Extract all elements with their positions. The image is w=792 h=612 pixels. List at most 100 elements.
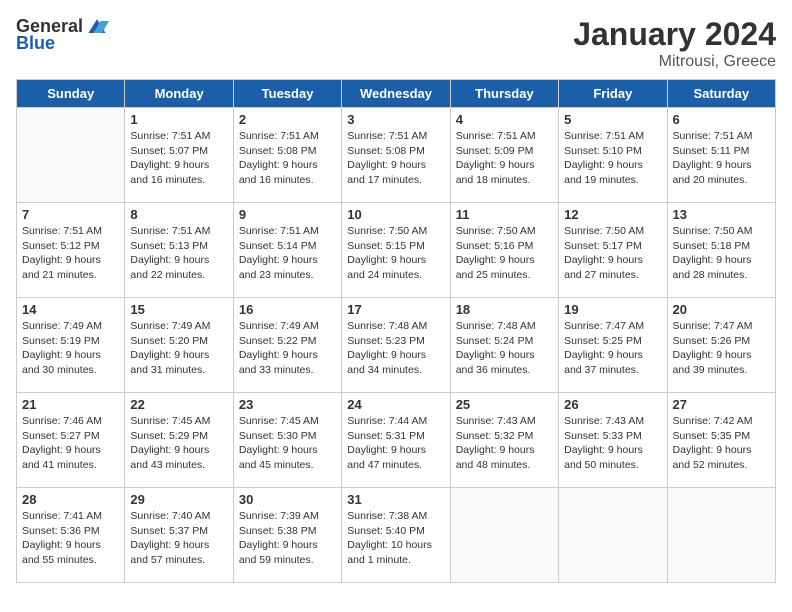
day-number: 9 bbox=[239, 207, 336, 222]
logo: General Blue bbox=[16, 16, 109, 54]
day-number: 13 bbox=[673, 207, 770, 222]
cell-info: Sunrise: 7:50 AM Sunset: 5:16 PM Dayligh… bbox=[456, 224, 553, 283]
cell-info: Sunrise: 7:43 AM Sunset: 5:32 PM Dayligh… bbox=[456, 414, 553, 473]
day-header-wednesday: Wednesday bbox=[342, 80, 450, 108]
cell-info: Sunrise: 7:47 AM Sunset: 5:25 PM Dayligh… bbox=[564, 319, 661, 378]
cell-info: Sunrise: 7:50 AM Sunset: 5:15 PM Dayligh… bbox=[347, 224, 444, 283]
calendar-cell: 10Sunrise: 7:50 AM Sunset: 5:15 PM Dayli… bbox=[342, 203, 450, 298]
calendar-cell bbox=[17, 108, 125, 203]
day-number: 19 bbox=[564, 302, 661, 317]
calendar-cell: 16 Sunrise: 7:49 AM Sunset: 5:22 PM Dayli… bbox=[233, 298, 341, 393]
day-number: 21 bbox=[22, 397, 119, 412]
cell-info: Sunrise: 7:51 AM Sunset: 5:13 PM Dayligh… bbox=[130, 224, 227, 283]
day-header-monday: Monday bbox=[125, 80, 233, 108]
calendar-cell: 13 Sunrise: 7:50 AM Sunset: 5:18 PM Dayli… bbox=[667, 203, 775, 298]
cell-info: Sunrise: 7:45 AM Sunset: 5:30 PM Dayligh… bbox=[239, 414, 336, 473]
day-number: 14 bbox=[22, 302, 119, 317]
cell-info: Sunrise: 7:51 AM Sunset: 5:07 PM Dayligh… bbox=[130, 129, 227, 188]
day-number: 5 bbox=[564, 112, 661, 127]
cell-info: Sunrise: 7:51 AM Sunset: 5:11 PM Dayligh… bbox=[673, 129, 770, 188]
day-number: 11 bbox=[456, 207, 553, 222]
cell-info: Sunrise: 7:51 AM Sunset: 5:08 PM Dayligh… bbox=[239, 129, 336, 188]
day-number: 24 bbox=[347, 397, 444, 412]
cell-info: Sunrise: 7:41 AM Sunset: 5:36 PM Dayligh… bbox=[22, 509, 119, 568]
cell-info: Sunrise: 7:51 AM Sunset: 5:08 PM Dayligh… bbox=[347, 129, 444, 188]
calendar-cell: 31 Sunrise: 7:38 AM Sunset: 5:40 PM Dayli… bbox=[342, 488, 450, 583]
title-section: January 2024 Mitrousi, Greece bbox=[573, 16, 776, 71]
calendar-cell: 29 Sunrise: 7:40 AM Sunset: 5:37 PM Dayli… bbox=[125, 488, 233, 583]
cell-info: Sunrise: 7:42 AM Sunset: 5:35 PM Dayligh… bbox=[673, 414, 770, 473]
day-number: 20 bbox=[673, 302, 770, 317]
day-number: 4 bbox=[456, 112, 553, 127]
calendar-cell: 19 Sunrise: 7:47 AM Sunset: 5:25 PM Dayli… bbox=[559, 298, 667, 393]
calendar-cell: 7Sunrise: 7:51 AM Sunset: 5:12 PM Daylig… bbox=[17, 203, 125, 298]
cell-info: Sunrise: 7:39 AM Sunset: 5:38 PM Dayligh… bbox=[239, 509, 336, 568]
cell-info: Sunrise: 7:50 AM Sunset: 5:18 PM Dayligh… bbox=[673, 224, 770, 283]
calendar-subtitle: Mitrousi, Greece bbox=[573, 53, 776, 71]
cell-info: Sunrise: 7:51 AM Sunset: 5:14 PM Dayligh… bbox=[239, 224, 336, 283]
calendar-cell: 9 Sunrise: 7:51 AM Sunset: 5:14 PM Daylig… bbox=[233, 203, 341, 298]
calendar-cell: 2 Sunrise: 7:51 AM Sunset: 5:08 PM Daylig… bbox=[233, 108, 341, 203]
cell-info: Sunrise: 7:51 AM Sunset: 5:10 PM Dayligh… bbox=[564, 129, 661, 188]
day-header-friday: Friday bbox=[559, 80, 667, 108]
calendar-cell: 25 Sunrise: 7:43 AM Sunset: 5:32 PM Dayli… bbox=[450, 393, 558, 488]
calendar-cell: 6 Sunrise: 7:51 AM Sunset: 5:11 PM Daylig… bbox=[667, 108, 775, 203]
cell-info: Sunrise: 7:46 AM Sunset: 5:27 PM Dayligh… bbox=[22, 414, 119, 473]
calendar-cell: 20Sunrise: 7:47 AM Sunset: 5:26 PM Dayli… bbox=[667, 298, 775, 393]
calendar-week-row: 7Sunrise: 7:51 AM Sunset: 5:12 PM Daylig… bbox=[17, 203, 776, 298]
cell-info: Sunrise: 7:51 AM Sunset: 5:12 PM Dayligh… bbox=[22, 224, 119, 283]
day-number: 15 bbox=[130, 302, 227, 317]
calendar-cell: 4Sunrise: 7:51 AM Sunset: 5:09 PM Daylig… bbox=[450, 108, 558, 203]
page-header: General Blue January 2024 Mitrousi, Gree… bbox=[16, 16, 776, 71]
day-number: 18 bbox=[456, 302, 553, 317]
calendar-cell: 5 Sunrise: 7:51 AM Sunset: 5:10 PM Daylig… bbox=[559, 108, 667, 203]
cell-info: Sunrise: 7:49 AM Sunset: 5:20 PM Dayligh… bbox=[130, 319, 227, 378]
day-number: 8 bbox=[130, 207, 227, 222]
day-header-sunday: Sunday bbox=[17, 80, 125, 108]
day-number: 27 bbox=[673, 397, 770, 412]
calendar-week-row: 21 Sunrise: 7:46 AM Sunset: 5:27 PM Dayli… bbox=[17, 393, 776, 488]
cell-info: Sunrise: 7:38 AM Sunset: 5:40 PM Dayligh… bbox=[347, 509, 444, 568]
day-number: 29 bbox=[130, 492, 227, 507]
day-number: 16 bbox=[239, 302, 336, 317]
cell-info: Sunrise: 7:49 AM Sunset: 5:22 PM Dayligh… bbox=[239, 319, 336, 378]
calendar-cell: 22 Sunrise: 7:45 AM Sunset: 5:29 PM Dayli… bbox=[125, 393, 233, 488]
cell-info: Sunrise: 7:45 AM Sunset: 5:29 PM Dayligh… bbox=[130, 414, 227, 473]
cell-info: Sunrise: 7:44 AM Sunset: 5:31 PM Dayligh… bbox=[347, 414, 444, 473]
day-number: 1 bbox=[130, 112, 227, 127]
calendar-cell: 28Sunrise: 7:41 AM Sunset: 5:36 PM Dayli… bbox=[17, 488, 125, 583]
day-number: 31 bbox=[347, 492, 444, 507]
calendar-cell: 18 Sunrise: 7:48 AM Sunset: 5:24 PM Dayli… bbox=[450, 298, 558, 393]
cell-info: Sunrise: 7:40 AM Sunset: 5:37 PM Dayligh… bbox=[130, 509, 227, 568]
day-number: 22 bbox=[130, 397, 227, 412]
calendar-cell: 1 Sunrise: 7:51 AM Sunset: 5:07 PM Daylig… bbox=[125, 108, 233, 203]
calendar-cell bbox=[450, 488, 558, 583]
cell-info: Sunrise: 7:49 AM Sunset: 5:19 PM Dayligh… bbox=[22, 319, 119, 378]
calendar-cell: 17Sunrise: 7:48 AM Sunset: 5:23 PM Dayli… bbox=[342, 298, 450, 393]
day-number: 25 bbox=[456, 397, 553, 412]
day-header-tuesday: Tuesday bbox=[233, 80, 341, 108]
day-number: 3 bbox=[347, 112, 444, 127]
calendar-cell: 11 Sunrise: 7:50 AM Sunset: 5:16 PM Dayli… bbox=[450, 203, 558, 298]
calendar-week-row: 28Sunrise: 7:41 AM Sunset: 5:36 PM Dayli… bbox=[17, 488, 776, 583]
calendar-cell: 24 Sunrise: 7:44 AM Sunset: 5:31 PM Dayli… bbox=[342, 393, 450, 488]
calendar-title: January 2024 bbox=[573, 16, 776, 53]
calendar-cell bbox=[559, 488, 667, 583]
cell-info: Sunrise: 7:48 AM Sunset: 5:24 PM Dayligh… bbox=[456, 319, 553, 378]
day-number: 30 bbox=[239, 492, 336, 507]
cell-info: Sunrise: 7:50 AM Sunset: 5:17 PM Dayligh… bbox=[564, 224, 661, 283]
day-number: 26 bbox=[564, 397, 661, 412]
calendar-cell: 23 Sunrise: 7:45 AM Sunset: 5:30 PM Dayli… bbox=[233, 393, 341, 488]
calendar-cell: 30 Sunrise: 7:39 AM Sunset: 5:38 PM Dayli… bbox=[233, 488, 341, 583]
calendar-cell: 3 Sunrise: 7:51 AM Sunset: 5:08 PM Daylig… bbox=[342, 108, 450, 203]
logo-icon bbox=[85, 17, 109, 37]
calendar-cell: 8 Sunrise: 7:51 AM Sunset: 5:13 PM Daylig… bbox=[125, 203, 233, 298]
cell-info: Sunrise: 7:48 AM Sunset: 5:23 PM Dayligh… bbox=[347, 319, 444, 378]
day-header-thursday: Thursday bbox=[450, 80, 558, 108]
logo-blue-text: Blue bbox=[16, 33, 55, 54]
day-number: 23 bbox=[239, 397, 336, 412]
calendar-week-row: 14 Sunrise: 7:49 AM Sunset: 5:19 PM Dayli… bbox=[17, 298, 776, 393]
day-number: 6 bbox=[673, 112, 770, 127]
day-number: 12 bbox=[564, 207, 661, 222]
day-number: 2 bbox=[239, 112, 336, 127]
